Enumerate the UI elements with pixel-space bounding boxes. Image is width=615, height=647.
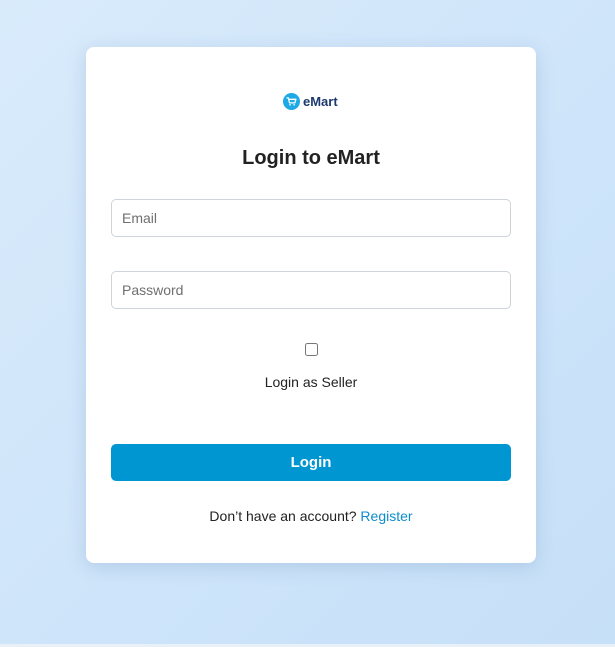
register-link[interactable]: Register [360, 508, 412, 524]
shopping-cart-icon [283, 92, 300, 110]
page-title: Login to eMart [242, 147, 380, 169]
brand-name: eMart [303, 93, 338, 109]
password-field[interactable] [111, 271, 511, 309]
seller-checkbox-wrapper [86, 343, 536, 361]
email-field[interactable] [111, 199, 511, 237]
login-card: eMart Login to eMart Login as Seller Log… [86, 47, 536, 563]
seller-checkbox-label[interactable]: Login as Seller [86, 374, 536, 390]
seller-checkbox[interactable] [304, 343, 318, 356]
login-button[interactable]: Login [111, 444, 511, 481]
brand-logo[interactable]: eMart [283, 92, 338, 110]
register-prompt-text: Don’t have an account? [209, 508, 361, 524]
register-prompt-line: Don’t have an account? Register [86, 508, 536, 524]
